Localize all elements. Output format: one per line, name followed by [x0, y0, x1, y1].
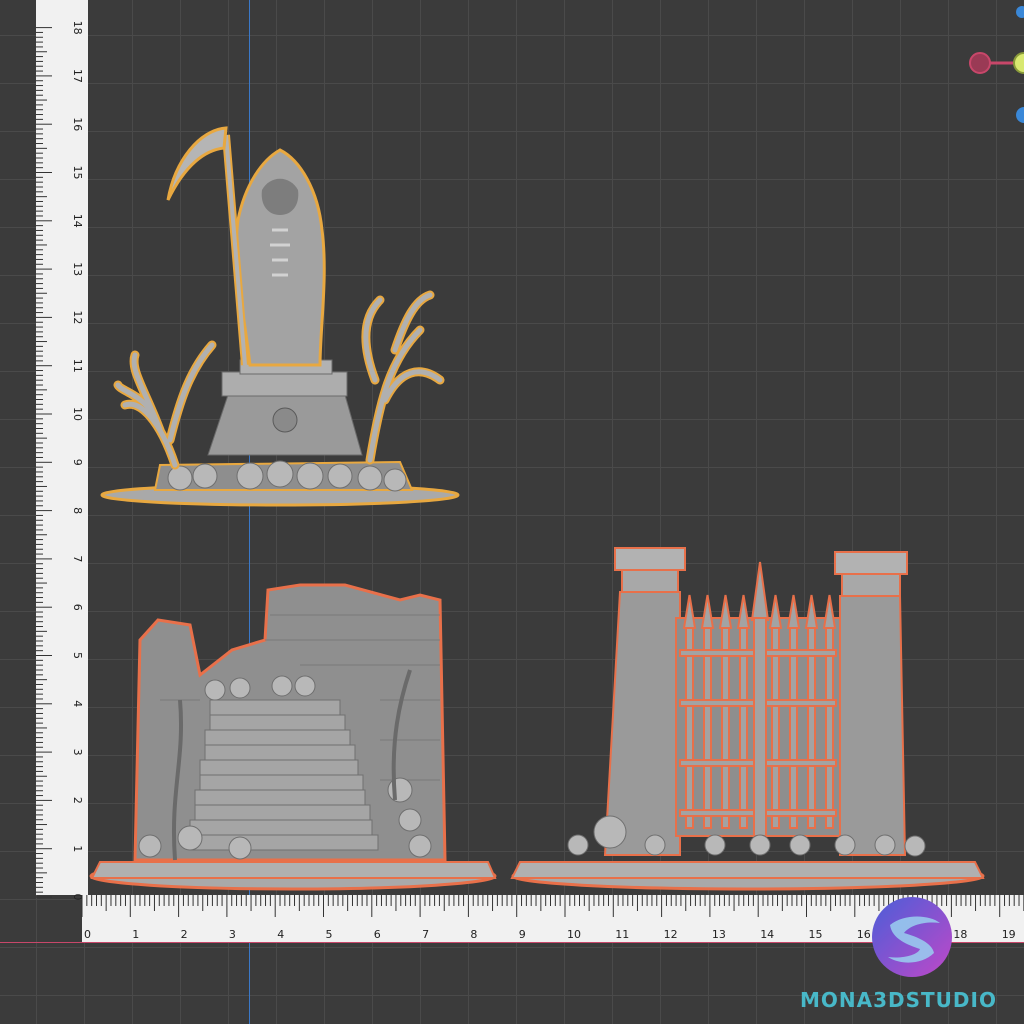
graveyard-gate[interactable]: [0, 0, 1024, 1024]
x-axis-handle: [969, 52, 991, 74]
gate-spike: [682, 594, 697, 629]
gate-bar: [789, 627, 798, 829]
gate-spike: [718, 594, 733, 629]
3d-viewport[interactable]: 0 1 2 3 4 5 6 7 8 9 10 11 12 13 14 15 16 17 18 01234567891…: [0, 0, 1024, 1024]
mona3dstudio-logo-icon: [872, 897, 952, 977]
gate-center-spike: [750, 561, 770, 621]
gate-center-post: [753, 617, 767, 837]
orientation-gizmo[interactable]: [969, 0, 1024, 130]
gate-bar: [721, 627, 730, 829]
gate-bar: [825, 627, 834, 829]
gate-spike: [700, 594, 715, 629]
gate-bar: [807, 627, 816, 829]
gate-bar: [771, 627, 780, 829]
y-axis-handle: [1013, 52, 1024, 74]
gate-bar: [739, 627, 748, 829]
gate-spike: [736, 594, 751, 629]
gate-spike: [804, 594, 819, 629]
gate-spike: [786, 594, 801, 629]
z-axis-handle: [1016, 6, 1024, 18]
gate-bar: [685, 627, 694, 829]
watermark-text: MONA3DSTUDIO: [800, 988, 997, 1012]
gate-spike: [822, 594, 837, 629]
gate-spike: [768, 594, 783, 629]
gate-bar: [703, 627, 712, 829]
